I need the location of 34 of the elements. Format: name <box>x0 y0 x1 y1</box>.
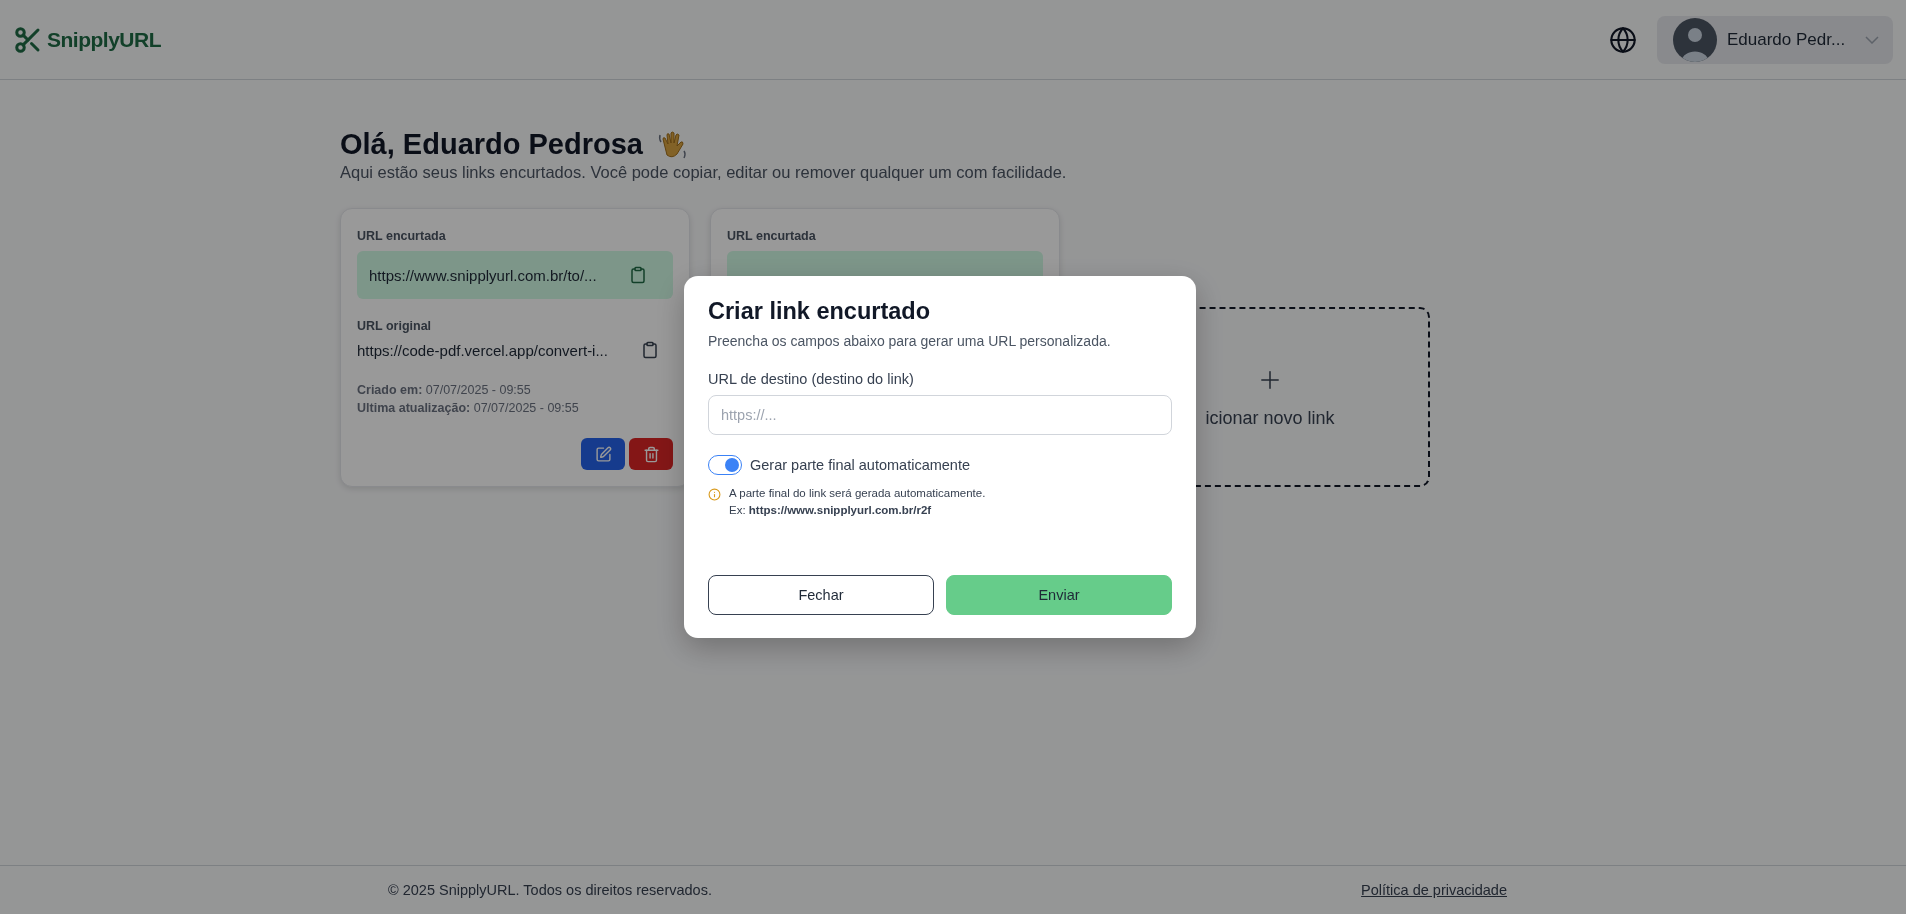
switch-label: Gerar parte final automaticamente <box>750 457 971 473</box>
logo[interactable]: SnipplyURL <box>47 27 161 52</box>
language-button[interactable] <box>1609 25 1637 54</box>
auto-generate-switch[interactable] <box>708 455 742 475</box>
avatar-icon <box>1673 17 1717 62</box>
trash-icon <box>642 445 660 463</box>
original-url: https://code-pdf.vercel.app/convert-i... <box>357 341 608 359</box>
submit-button[interactable]: Enviar <box>946 575 1172 615</box>
greeting-title: Olá, Eduardo Pedrosa <box>340 128 643 161</box>
destination-url-input[interactable]: https://... <box>708 395 1172 435</box>
user-menu-button[interactable]: Eduardo Pedr... <box>1657 15 1893 64</box>
clipboard-icon[interactable] <box>629 266 647 284</box>
field-label: URL encurtada <box>357 229 447 243</box>
copyright-text: © 2025 SnipplyURL. Todos os direitos reservados. <box>388 882 712 898</box>
delete-button[interactable] <box>629 438 673 470</box>
hint-text: A parte final do link será gerada automaticamente. <box>729 486 986 501</box>
close-button[interactable]: Fechar <box>708 575 934 615</box>
clipboard-icon[interactable] <box>641 341 659 359</box>
waving-hand-icon <box>657 128 689 161</box>
created-date: Criado em: 07/07/2025 - 09:55 <box>357 382 532 399</box>
chevron-down-icon <box>1865 35 1879 44</box>
globe-icon <box>1609 25 1637 54</box>
edit-button[interactable] <box>581 438 625 470</box>
field-label: URL encurtada <box>727 229 817 243</box>
updated-date: Ultima atualização: 07/07/2025 - 09:55 <box>357 400 580 417</box>
pencil-icon <box>594 445 612 463</box>
dialog-title: Criar link encurtado <box>708 298 931 325</box>
greeting-subtitle: Aqui estão seus links encurtados. Você pode copiar, editar ou remover qualquer um com facilidade. <box>340 163 1068 182</box>
field-label: URL original <box>357 319 433 333</box>
privacy-link[interactable]: Política de privacidade <box>1361 882 1507 898</box>
field-label: URL de destino (destino do link) <box>708 371 915 387</box>
hint-text: Ex: https://www.snipplyurl.com.br/r2f <box>729 503 933 518</box>
short-url-field: https://www.snipplyurl.com.br/to/... <box>357 251 673 299</box>
info-icon <box>708 488 721 501</box>
